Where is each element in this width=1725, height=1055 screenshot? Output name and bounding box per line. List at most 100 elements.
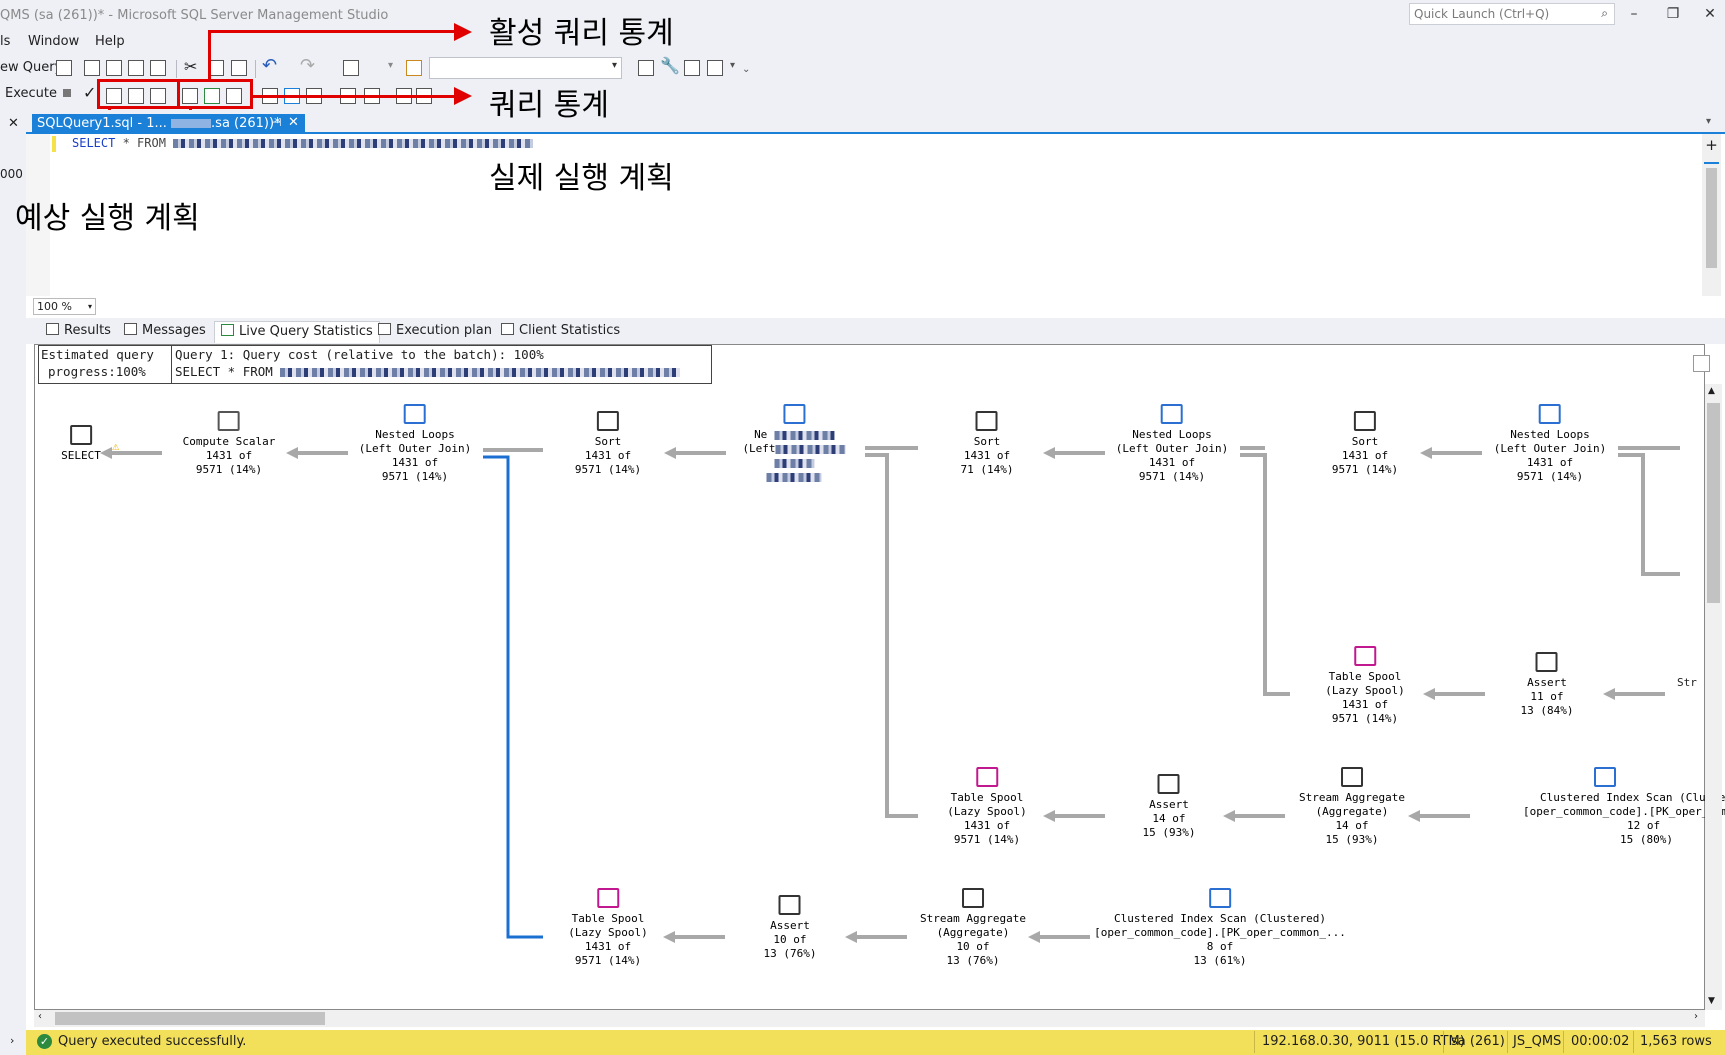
plan-node-sort-2[interactable]: Sort 1431 of 71 (14%) bbox=[961, 411, 1013, 477]
node-line: 9571 (14%) bbox=[381, 470, 449, 483]
node-line: Stream Aggregate bbox=[1299, 791, 1405, 804]
expand-icon[interactable]: › bbox=[10, 1034, 14, 1047]
plan-node-select[interactable]: ⚠ SELECT bbox=[61, 425, 119, 463]
plan-node-assert-right[interactable]: Assert 11 of 13 (84%) bbox=[1520, 652, 1574, 718]
node-line: 14 of bbox=[1335, 819, 1369, 832]
node-line: Sort bbox=[973, 435, 1001, 448]
compute-scalar-icon bbox=[218, 411, 240, 431]
node-line: 13 (76%) bbox=[946, 954, 1000, 967]
node-line: Assert bbox=[1527, 676, 1567, 689]
plan-connectors bbox=[100, 446, 1680, 943]
status-divider bbox=[1633, 1031, 1634, 1053]
node-line: 9571 (14%) bbox=[195, 463, 263, 476]
status-message: Query executed successfully. bbox=[58, 1034, 247, 1049]
success-check-icon: ✓ bbox=[37, 1034, 52, 1049]
redacted-text bbox=[773, 430, 834, 440]
node-line: Compute Scalar bbox=[182, 435, 276, 448]
node-line: Table Spool bbox=[571, 912, 645, 925]
node-line: 15 (93%) bbox=[1142, 826, 1196, 839]
node-line: Clustered Index Scan (Clustered) bbox=[1114, 912, 1326, 925]
plan-node-sort-3[interactable]: Sort 1431 of 9571 (14%) bbox=[1332, 411, 1398, 477]
node-line: (Left bbox=[742, 442, 776, 455]
clustered-index-scan-icon bbox=[1208, 888, 1231, 908]
connector bbox=[1240, 453, 1290, 696]
redacted-text bbox=[774, 458, 814, 468]
plan-node-stream-right-partial[interactable]: Str bbox=[1677, 676, 1697, 689]
plan-node-compute-scalar[interactable]: Compute Scalar 1431 of 9571 (14%) bbox=[182, 411, 276, 477]
assert-icon bbox=[1157, 774, 1180, 794]
node-line: Assert bbox=[1149, 798, 1189, 811]
node-line: 9571 (14%) bbox=[1138, 470, 1206, 483]
redacted-text bbox=[775, 444, 846, 454]
status-divider bbox=[1443, 1031, 1444, 1053]
arrowhead bbox=[1408, 810, 1420, 822]
plan-node-stream-aggregate-bottom[interactable]: Stream Aggregate (Aggregate) 10 of 13 (7… bbox=[920, 888, 1026, 968]
arrowhead bbox=[1223, 810, 1235, 822]
status-server: 192.168.0.30, 9011 (15.0 RTM) bbox=[1262, 1034, 1465, 1049]
stream-aggregate-icon bbox=[1341, 767, 1363, 787]
sort-icon bbox=[975, 411, 998, 431]
plan-node-table-spool-right[interactable]: Table Spool (Lazy Spool) 1431 of 9571 (1… bbox=[1325, 646, 1405, 726]
node-line: 9571 (14%) bbox=[1516, 470, 1584, 483]
node-line: 1431 of bbox=[391, 456, 439, 469]
redacted-text bbox=[766, 472, 822, 482]
node-line: Nested Loops bbox=[375, 428, 455, 441]
scroll-down-icon[interactable]: ▼ bbox=[1708, 996, 1715, 1006]
node-line: (Lazy Spool) bbox=[947, 805, 1027, 818]
node-line: 1431 of bbox=[1526, 456, 1574, 469]
node-line: [oper_common_code].[PK_oper_comm bbox=[1523, 805, 1725, 818]
annotation-estimated-plan: 예상 실행 계획 bbox=[15, 201, 200, 236]
plan-node-table-spool-bottom[interactable]: Table Spool (Lazy Spool) 1431 of 9571 (1… bbox=[568, 888, 648, 968]
arrowhead bbox=[663, 931, 675, 943]
node-line: 9571 (14%) bbox=[953, 833, 1021, 846]
plan-vertical-scroll-thumb[interactable] bbox=[1707, 403, 1720, 603]
plan-node-nested-loops-2[interactable]: Ne (Left bbox=[742, 404, 846, 484]
plan-node-clustered-index-scan-bottom[interactable]: Clustered Index Scan (Clustered) [oper_c… bbox=[1094, 888, 1346, 968]
arrowhead bbox=[1043, 447, 1055, 459]
node-line: 10 of bbox=[956, 940, 990, 953]
arrowhead bbox=[286, 447, 298, 459]
status-time: 00:00:02 bbox=[1571, 1034, 1630, 1049]
plan-node-sort-1[interactable]: Sort 1431 of 9571 (14%) bbox=[575, 411, 641, 477]
nested-loops-icon bbox=[1161, 404, 1183, 424]
arrowhead bbox=[100, 447, 112, 459]
plan-node-nested-loops-1[interactable]: Nested Loops (Left Outer Join) 1431 of 9… bbox=[359, 404, 471, 484]
plan-node-assert-bottom[interactable]: Assert 10 of 13 (76%) bbox=[764, 895, 816, 961]
scroll-left-icon[interactable]: ‹ bbox=[38, 1011, 42, 1022]
node-line: Clustered Index Scan (Clustere bbox=[1540, 791, 1725, 804]
plan-horizontal-scroll-thumb[interactable] bbox=[55, 1012, 325, 1025]
node-line: 13 (61%) bbox=[1193, 954, 1247, 967]
plan-node-stream-aggregate-middle[interactable]: Stream Aggregate (Aggregate) 14 of 15 (9… bbox=[1299, 767, 1405, 847]
node-line: SELECT bbox=[61, 449, 101, 462]
node-line: 1431 of bbox=[584, 940, 632, 953]
node-line: 1431 of bbox=[1341, 449, 1389, 462]
arrowhead bbox=[1423, 688, 1435, 700]
node-line: 8 of bbox=[1206, 940, 1234, 953]
node-line: 9571 (14%) bbox=[574, 463, 642, 476]
node-line: 14 of bbox=[1152, 812, 1186, 825]
plan-node-assert-middle[interactable]: Assert 14 of 15 (93%) bbox=[1142, 774, 1196, 840]
table-spool-icon bbox=[1353, 646, 1376, 666]
plan-node-nested-loops-4[interactable]: Nested Loops (Left Outer Join) 1431 of 9… bbox=[1494, 404, 1606, 484]
scroll-up-icon[interactable]: ▲ bbox=[1708, 386, 1715, 396]
plan-node-table-spool-middle[interactable]: Table Spool (Lazy Spool) 1431 of 9571 (1… bbox=[947, 767, 1027, 847]
scroll-right-icon[interactable]: › bbox=[1694, 1011, 1698, 1022]
node-line: 1431 of bbox=[205, 449, 253, 462]
arrowhead bbox=[1043, 810, 1055, 822]
node-line: Ne bbox=[754, 428, 768, 441]
sort-icon bbox=[1353, 411, 1376, 431]
clustered-index-scan-icon bbox=[1594, 767, 1616, 787]
connector bbox=[865, 453, 918, 818]
warning-icon: ⚠ bbox=[112, 439, 120, 453]
plan-node-clustered-index-scan-middle[interactable]: Clustered Index Scan (Clustere [oper_com… bbox=[1523, 767, 1725, 847]
node-line: 1431 of bbox=[584, 449, 632, 462]
node-line: 9571 (14%) bbox=[1331, 463, 1399, 476]
plan-node-nested-loops-3[interactable]: Nested Loops (Left Outer Join) 1431 of 9… bbox=[1116, 404, 1228, 484]
select-icon bbox=[70, 425, 92, 445]
connector bbox=[1618, 453, 1680, 576]
node-line: 15 (80%) bbox=[1620, 833, 1673, 846]
node-line: 13 (84%) bbox=[1520, 704, 1574, 717]
arrowhead bbox=[845, 931, 857, 943]
node-line: Table Spool bbox=[950, 791, 1024, 804]
node-line: 11 of bbox=[1530, 690, 1564, 703]
